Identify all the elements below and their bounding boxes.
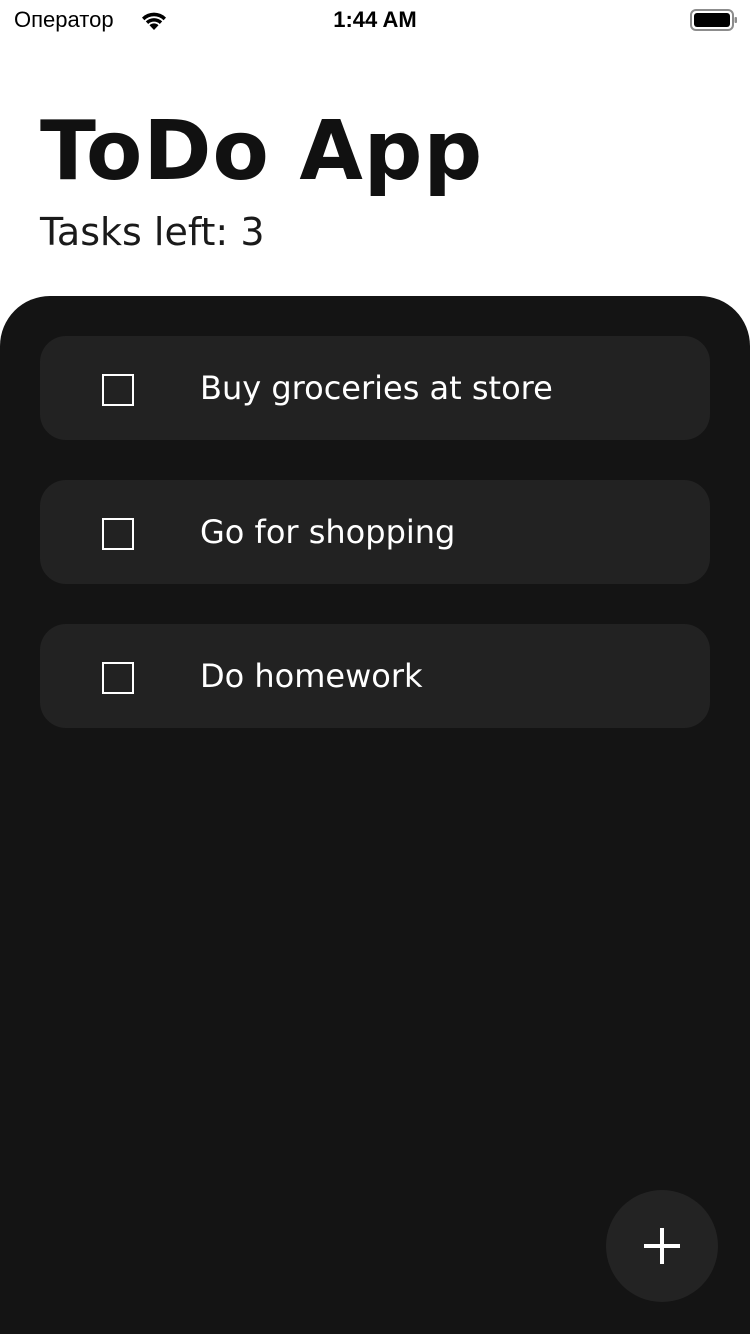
battery-full-icon — [690, 8, 738, 32]
task-item[interactable]: Buy groceries at store — [40, 336, 710, 440]
task-panel: Buy groceries at store Go for shopping D… — [0, 296, 750, 1334]
task-label: Buy groceries at store — [200, 369, 553, 407]
header: ToDo App — [40, 104, 483, 200]
page-title: ToDo App — [40, 104, 484, 199]
task-item[interactable]: Do homework — [40, 624, 710, 728]
plus-icon — [644, 1228, 680, 1264]
task-checkbox[interactable] — [102, 374, 134, 406]
task-checkbox[interactable] — [102, 518, 134, 550]
status-time: 1:44 AM — [333, 7, 417, 32]
add-task-button[interactable] — [606, 1190, 718, 1302]
tasks-left-counter: Tasks left: 3 — [40, 210, 265, 254]
task-label: Go for shopping — [200, 513, 456, 551]
task-list: Buy groceries at store Go for shopping D… — [40, 336, 710, 768]
status-bar: Оператор 1:44 AM — [0, 0, 750, 40]
task-checkbox[interactable] — [102, 662, 134, 694]
task-item[interactable]: Go for shopping — [40, 480, 710, 584]
task-label: Do homework — [200, 657, 423, 695]
